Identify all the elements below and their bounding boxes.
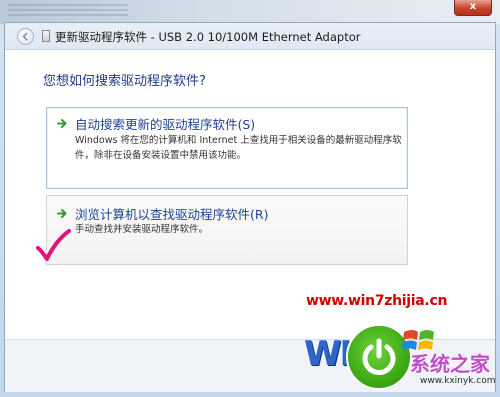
- dialog-title: 更新驱动程序软件 - USB 2.0 10/100M Ethernet Adap…: [55, 30, 361, 44]
- green-arrow-icon: [57, 119, 67, 128]
- brand-url: www.kxinyk.com: [420, 376, 496, 386]
- back-button[interactable]: [17, 28, 34, 45]
- page-heading: 您想如何搜索驱动程序软件?: [43, 74, 206, 89]
- desktop-background-strip: [0, 0, 500, 24]
- dialog-titlebar: 更新驱动程序软件 - USB 2.0 10/100M Ethernet Adap…: [5, 23, 495, 49]
- screenshot-stage: x 更新驱动程序软件 - USB 2.0 10/100M Ethernet Ad…: [0, 0, 500, 397]
- blurred-window-content: [8, 4, 128, 18]
- watermark-logo: WIN7 系统之家 www.kxinyk.com: [300, 320, 496, 394]
- pink-checkmark-annotation-icon: [36, 229, 71, 261]
- option-browse-computer-description: 手动查找并安装驱动程序软件。: [75, 224, 209, 235]
- power-symbol-icon: [362, 338, 396, 375]
- usb-device-icon: [42, 30, 50, 42]
- option-auto-search-title: 自动搜索更新的驱动程序软件(S): [75, 117, 256, 132]
- option-auto-search-description: Windows 将在您的计算机和 Internet 上查找用于相关设备的最新驱动…: [75, 135, 402, 161]
- watermark-url: www.win7zhijia.cn: [306, 293, 448, 309]
- window-close-button[interactable]: x: [454, 0, 492, 16]
- brand-name: 系统之家: [410, 352, 490, 376]
- back-arrow-icon: [22, 32, 28, 41]
- option-browse-computer[interactable]: 浏览计算机以查找驱动程序软件(R) 手动查找并安装驱动程序软件。: [46, 195, 408, 265]
- close-icon: x: [469, 1, 477, 12]
- green-arrow-icon: [57, 209, 67, 218]
- option-auto-search[interactable]: 自动搜索更新的驱动程序软件(S) Windows 将在您的计算机和 Intern…: [46, 107, 408, 189]
- option-browse-computer-title: 浏览计算机以查找驱动程序软件(R): [75, 207, 269, 222]
